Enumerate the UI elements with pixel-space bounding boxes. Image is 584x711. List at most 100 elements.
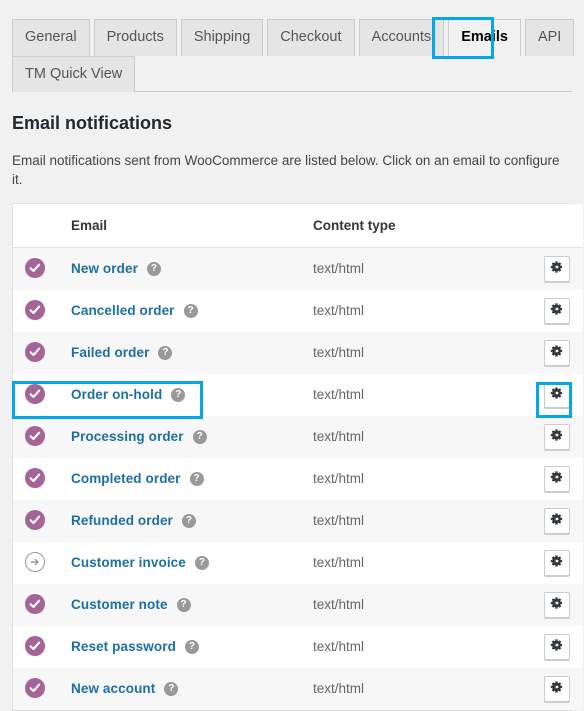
- gear-icon: [550, 512, 564, 529]
- content-type-cell: text/html: [313, 458, 525, 500]
- email-name-cell: Customer invoice?: [71, 542, 313, 584]
- table-row[interactable]: New order? text/html: [13, 247, 583, 290]
- check-circle-icon: [25, 678, 45, 699]
- column-header-status: [13, 204, 71, 249]
- content-type-value: text/html: [313, 512, 365, 528]
- content-type-cell: text/html: [313, 542, 525, 584]
- configure-email-button[interactable]: [544, 549, 570, 576]
- content-type-value: text/html: [313, 470, 365, 486]
- table-row[interactable]: Completed order? text/html: [13, 457, 583, 500]
- tab-tm-quick-view[interactable]: TM Quick View: [12, 55, 136, 92]
- email-link[interactable]: Customer invoice: [71, 555, 186, 570]
- help-icon[interactable]: ?: [181, 513, 196, 528]
- configure-email-button[interactable]: [544, 297, 570, 324]
- help-icon[interactable]: ?: [194, 555, 209, 570]
- content-type-cell: text/html: [313, 416, 525, 458]
- arrow-right-circle-icon: [25, 552, 45, 573]
- tab-general[interactable]: General: [12, 19, 90, 56]
- email-status-cell: [13, 332, 71, 374]
- content-type-value: text/html: [313, 386, 365, 402]
- check-circle-icon: [25, 636, 45, 657]
- email-status-cell: [13, 584, 71, 626]
- email-link[interactable]: Refunded order: [71, 513, 173, 528]
- gear-icon: [550, 302, 564, 319]
- email-name-cell: New account?: [71, 668, 313, 710]
- email-name-wrapper: Processing order?: [71, 429, 313, 444]
- help-icon[interactable]: ?: [176, 597, 191, 612]
- email-notifications-section: Email notifications Email notifications …: [0, 112, 584, 711]
- email-status-cell: [13, 248, 71, 290]
- tab-accounts[interactable]: Accounts: [358, 19, 445, 56]
- tab-emails[interactable]: Emails: [448, 19, 521, 56]
- email-name-cell: Customer note?: [71, 584, 313, 626]
- table-row[interactable]: Reset password? text/html: [13, 625, 583, 668]
- configure-email-button[interactable]: [544, 255, 570, 282]
- email-action-cell: [525, 248, 583, 290]
- content-type-value: text/html: [313, 428, 365, 444]
- configure-email-button[interactable]: [544, 633, 570, 660]
- page-description: Email notifications sent from WooCommerc…: [12, 153, 560, 188]
- gear-icon: [550, 260, 564, 277]
- email-name-wrapper: Completed order?: [71, 471, 313, 486]
- tab-shipping[interactable]: Shipping: [180, 19, 264, 56]
- email-link[interactable]: Processing order: [71, 429, 184, 444]
- table-row[interactable]: Customer invoice? text/html: [13, 541, 583, 584]
- check-circle-icon: [25, 384, 45, 405]
- gear-icon: [550, 386, 564, 403]
- table-row[interactable]: Processing order? text/html: [13, 415, 583, 458]
- tab-api[interactable]: API: [524, 19, 575, 56]
- gear-icon: [550, 596, 564, 613]
- email-link[interactable]: Cancelled order: [71, 303, 175, 318]
- configure-email-button[interactable]: [544, 591, 570, 618]
- email-name-wrapper: Refunded order?: [71, 513, 313, 528]
- email-link[interactable]: Customer note: [71, 597, 168, 612]
- email-action-cell: [525, 500, 583, 542]
- email-action-cell: [525, 374, 583, 416]
- configure-email-button[interactable]: [544, 339, 570, 366]
- column-header-email: Email: [71, 204, 313, 249]
- help-icon[interactable]: ?: [192, 429, 207, 444]
- email-name-wrapper: Failed order?: [71, 345, 313, 360]
- email-link[interactable]: Order on-hold: [71, 387, 162, 402]
- gear-icon: [550, 680, 564, 697]
- help-icon[interactable]: ?: [158, 345, 173, 360]
- table-row[interactable]: New account? text/html: [13, 667, 583, 710]
- tab-checkout[interactable]: Checkout: [267, 19, 355, 56]
- email-action-cell: [525, 416, 583, 458]
- table-row[interactable]: Customer note? text/html: [13, 583, 583, 626]
- email-action-cell: [525, 668, 583, 710]
- table-row[interactable]: Order on-hold? text/html: [13, 373, 583, 416]
- email-link[interactable]: Failed order: [71, 345, 149, 360]
- column-header-content-type: Content type: [313, 204, 525, 249]
- table-row[interactable]: Refunded order? text/html: [13, 499, 583, 542]
- settings-tabs-row-1: General Products Shipping Checkout Accounts E…: [12, 18, 584, 56]
- email-link[interactable]: Reset password: [71, 639, 176, 654]
- email-status-cell: [13, 668, 71, 710]
- content-type-cell: text/html: [313, 374, 525, 416]
- tab-products[interactable]: Products: [93, 19, 177, 56]
- email-status-cell: [13, 416, 71, 458]
- configure-email-button[interactable]: [544, 423, 570, 450]
- content-type-cell: text/html: [313, 668, 525, 710]
- configure-email-button[interactable]: [544, 507, 570, 534]
- configure-email-button[interactable]: [544, 465, 570, 492]
- content-type-cell: text/html: [313, 290, 525, 332]
- help-icon[interactable]: ?: [146, 261, 161, 276]
- email-name-cell: Reset password?: [71, 626, 313, 668]
- email-notifications-card: Email Content type New order? text/html Ca…: [12, 203, 583, 711]
- table-row[interactable]: Cancelled order? text/html: [13, 289, 583, 332]
- help-icon[interactable]: ?: [189, 471, 204, 486]
- email-action-cell: [525, 542, 583, 584]
- email-name-wrapper: Customer note?: [71, 597, 313, 612]
- help-icon[interactable]: ?: [184, 639, 199, 654]
- configure-email-button[interactable]: [544, 675, 570, 702]
- settings-tabs: General Products Shipping Checkout Accounts E…: [0, 0, 584, 92]
- configure-email-button[interactable]: [544, 381, 570, 408]
- page-title: Email notifications: [12, 113, 173, 133]
- help-icon[interactable]: ?: [183, 303, 198, 318]
- email-link[interactable]: New order: [71, 261, 138, 276]
- help-icon[interactable]: ?: [171, 387, 186, 402]
- table-row[interactable]: Failed order? text/html: [13, 331, 583, 374]
- check-circle-icon: [25, 342, 45, 363]
- email-link[interactable]: Completed order: [71, 471, 181, 486]
